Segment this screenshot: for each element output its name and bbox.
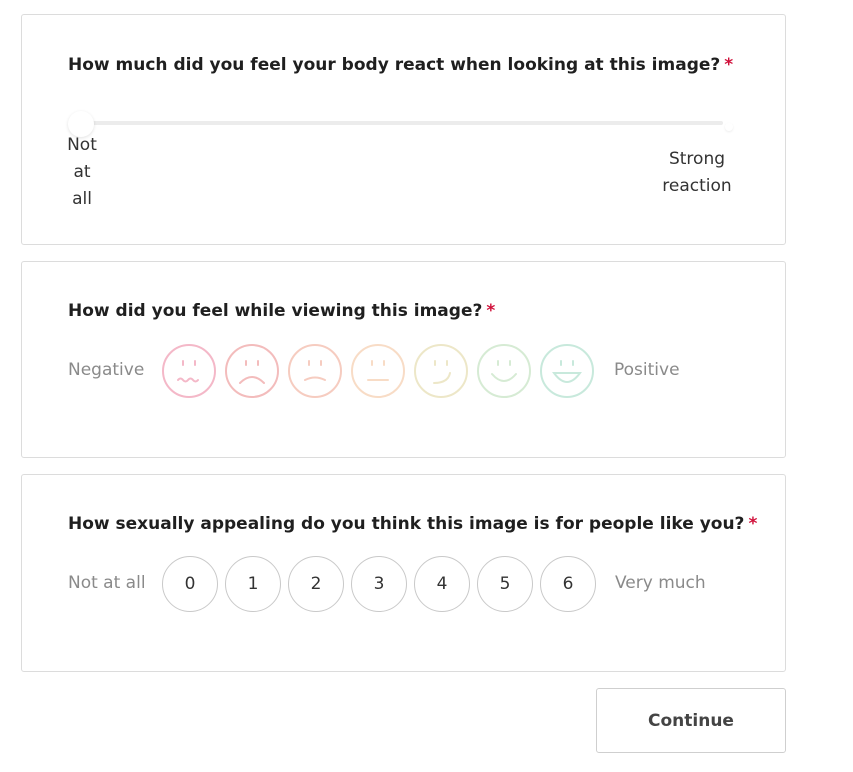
question-card-body-reaction: How much did you feel your body react wh… xyxy=(21,14,786,245)
reaction-slider-track[interactable] xyxy=(78,121,723,125)
question-card-appeal: How sexually appealing do you think this… xyxy=(21,474,786,672)
continue-button[interactable]: Continue xyxy=(596,688,786,753)
required-asterisk: * xyxy=(724,55,734,75)
scale-positive-label: Positive xyxy=(614,360,680,380)
question-card-feeling: How did you feel while viewing this imag… xyxy=(21,261,786,458)
required-asterisk: * xyxy=(748,514,758,534)
rating-option-5[interactable]: 5 xyxy=(477,556,533,612)
scale-min-label: Not at all xyxy=(68,573,146,593)
rating-option-2[interactable]: 2 xyxy=(288,556,344,612)
slightly-sad-face-icon[interactable] xyxy=(288,344,342,398)
scale-negative-label: Negative xyxy=(68,360,145,380)
rating-option-6[interactable]: 6 xyxy=(540,556,596,612)
slider-end-marker xyxy=(725,123,733,131)
slider-max-label: Strong reaction xyxy=(662,149,732,196)
slider-min-label: Not at all xyxy=(67,135,97,209)
required-asterisk: * xyxy=(486,301,496,321)
question-title: How did you feel while viewing this imag… xyxy=(68,301,496,321)
big-smile-face-icon[interactable] xyxy=(540,344,594,398)
rating-option-4[interactable]: 4 xyxy=(414,556,470,612)
smile-face-icon[interactable] xyxy=(477,344,531,398)
slight-smile-face-icon[interactable] xyxy=(414,344,468,398)
wavy-mouth-face-icon[interactable] xyxy=(162,344,216,398)
rating-option-1[interactable]: 1 xyxy=(225,556,281,612)
question-title: How much did you feel your body react wh… xyxy=(68,55,734,75)
question-title: How sexually appealing do you think this… xyxy=(68,514,758,534)
neutral-face-icon[interactable] xyxy=(351,344,405,398)
rating-option-0[interactable]: 0 xyxy=(162,556,218,612)
sad-face-icon[interactable] xyxy=(225,344,279,398)
scale-max-label: Very much xyxy=(615,573,706,593)
rating-option-3[interactable]: 3 xyxy=(351,556,407,612)
